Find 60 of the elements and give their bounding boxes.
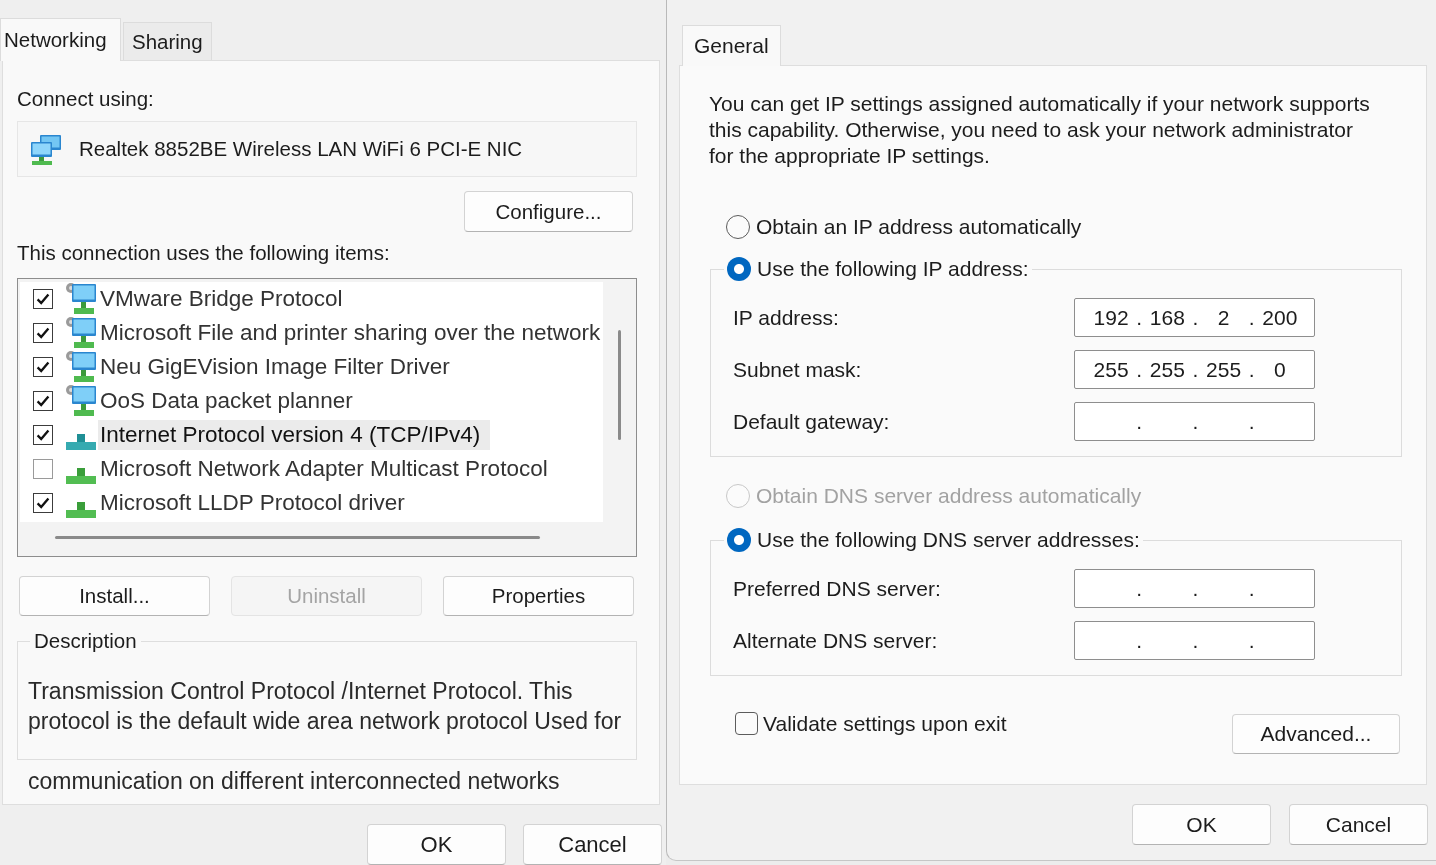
checkbox[interactable] <box>33 289 53 309</box>
ip-address-field[interactable]: . . . <box>1074 402 1315 441</box>
network-connector-icon <box>66 502 96 518</box>
field-label: Alternate DNS server: <box>733 628 938 653</box>
dialog-tab[interactable]: Sharing <box>123 22 212 60</box>
ip-address-field[interactable]: . . . <box>1074 569 1315 608</box>
radio-label[interactable]: Obtain an IP address automatically <box>756 213 1082 241</box>
intro-text: You can get IP settings assigned automatically if your network supports this capability. Otherwise, you need to ask your network administrator for the appropriate IP settings. <box>709 91 1371 169</box>
radio-label[interactable]: Use the following IP address: <box>757 255 1029 283</box>
description-text: Transmission Control Protocol /Internet Protocol. This protocol is the default wide area network protocol Used for <box>28 677 623 736</box>
ip-address-field[interactable]: 255 . 255 . 255 . 0 <box>1074 350 1315 389</box>
radio-label[interactable]: Use the following DNS server addresses: <box>757 526 1140 554</box>
list-item[interactable]: Microsoft File and printer sharing over the network <box>98 318 603 348</box>
network-computers-icon <box>30 133 62 165</box>
list-item[interactable]: Microsoft LLDP Protocol driver <box>98 488 407 518</box>
checkbox[interactable] <box>33 391 53 411</box>
scrollbar-thumb[interactable] <box>55 536 540 539</box>
ip-address-field[interactable]: 192 . 168 . 2 . 200 <box>1074 298 1315 337</box>
checkbox[interactable] <box>33 425 53 445</box>
radio-button[interactable] <box>727 257 751 281</box>
field-label: Subnet mask: <box>733 357 862 382</box>
dialog-tab[interactable]: Networking <box>0 18 121 61</box>
list-item[interactable]: VMware Bridge Protocol <box>98 284 345 314</box>
group-title: Description <box>33 629 138 653</box>
list-item[interactable]: Neu GigEVision Image Filter Driver <box>98 352 452 382</box>
list-item[interactable]: Internet Protocol version 4 (TCP/IPv4) <box>98 420 491 450</box>
field-label: Preferred DNS server: <box>733 576 941 601</box>
computer-network-icon <box>65 350 97 384</box>
checkbox[interactable] <box>33 323 53 343</box>
dialog-tab[interactable]: General <box>682 25 781 66</box>
advanced-button[interactable]: Advanced... <box>1232 714 1400 754</box>
list-item[interactable]: OoS Data packet planner <box>98 386 355 416</box>
section-label: This connection uses the following items: <box>17 241 390 265</box>
checkbox[interactable] <box>33 357 53 377</box>
section-label: Connect using: <box>17 87 154 111</box>
network-connector-icon <box>66 468 96 484</box>
computer-network-icon <box>65 316 97 350</box>
configure-button[interactable]: Configure... <box>464 191 633 232</box>
description-text: communication on different interconnected networks <box>28 767 560 796</box>
computer-network-icon <box>65 282 97 316</box>
checkbox[interactable] <box>33 493 53 513</box>
checkbox[interactable] <box>33 459 53 479</box>
field-label: IP address: <box>733 305 839 330</box>
adapter-name: Realtek 8852BE Wireless LAN WiFi 6 PCI-E NIC <box>79 137 523 161</box>
field-label: Default gateway: <box>733 409 890 434</box>
scrollbar-thumb[interactable] <box>618 330 621 440</box>
radio-button[interactable] <box>726 215 750 239</box>
action-button[interactable]: Install... <box>19 576 210 616</box>
checkbox[interactable] <box>735 712 758 735</box>
radio-button[interactable] <box>727 528 751 552</box>
network-connector-icon <box>66 434 96 450</box>
computer-network-icon <box>65 384 97 418</box>
ip-address-field[interactable]: . . . <box>1074 621 1315 660</box>
dialog-button[interactable]: OK <box>1132 804 1271 845</box>
dialog-button[interactable]: OK <box>367 824 506 865</box>
action-button[interactable]: Properties <box>443 576 634 616</box>
list-item[interactable]: Microsoft Network Adapter Multicast Protocol <box>98 454 550 484</box>
dialog-button[interactable]: Cancel <box>1289 804 1428 845</box>
dialog-button[interactable]: Cancel <box>523 824 662 865</box>
checkbox-label[interactable]: Validate settings upon exit <box>763 712 1007 735</box>
